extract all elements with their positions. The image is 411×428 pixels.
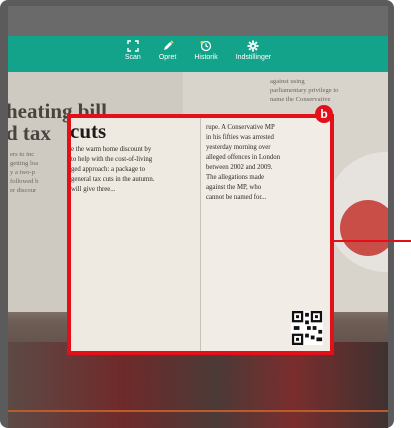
bg-right-text-2: parliamentary privilege to bbox=[270, 87, 339, 94]
settings-gear-icon bbox=[247, 39, 259, 53]
viewfinder-bottom-line bbox=[8, 410, 388, 412]
toolbar-scan-button[interactable]: Scan bbox=[125, 39, 141, 72]
bg-left-text-2: getting loa bbox=[10, 160, 39, 167]
toolbar-settings-label: Indstillinger bbox=[235, 54, 272, 61]
toolbar-create-label: Opret bbox=[158, 54, 177, 61]
scan-icon bbox=[127, 39, 139, 53]
pen-icon bbox=[162, 39, 174, 53]
bg-left-text-1: ers to inc bbox=[10, 151, 35, 158]
annotation-callout-line bbox=[334, 240, 411, 242]
history-icon bbox=[200, 39, 212, 53]
scan-selection-frame[interactable] bbox=[67, 114, 334, 355]
bg-right-text-1: against using bbox=[270, 78, 305, 85]
toolbar-scan-label: Scan bbox=[124, 54, 141, 61]
bg-headline-line2: d tax bbox=[8, 121, 51, 145]
toolbar-history-label: Historik bbox=[194, 54, 218, 61]
bg-left-text-3: y a two-p bbox=[10, 169, 35, 176]
newspaper-graphic-inner bbox=[340, 200, 388, 256]
bg-right-text-3: name the Conservative bbox=[270, 96, 331, 103]
status-bar bbox=[8, 6, 388, 36]
annotation-badge: b bbox=[315, 105, 333, 123]
toolbar-settings-button[interactable]: Indstillinger bbox=[236, 39, 271, 72]
toolbar-create-button[interactable]: Opret bbox=[158, 39, 177, 72]
top-toolbar: Scan Opret Historik Indstillinger bbox=[8, 36, 388, 72]
toolbar-history-button[interactable]: Historik bbox=[194, 39, 218, 72]
bg-left-text-4: followed b bbox=[10, 178, 39, 185]
bg-left-text-5: er discour bbox=[10, 187, 37, 194]
